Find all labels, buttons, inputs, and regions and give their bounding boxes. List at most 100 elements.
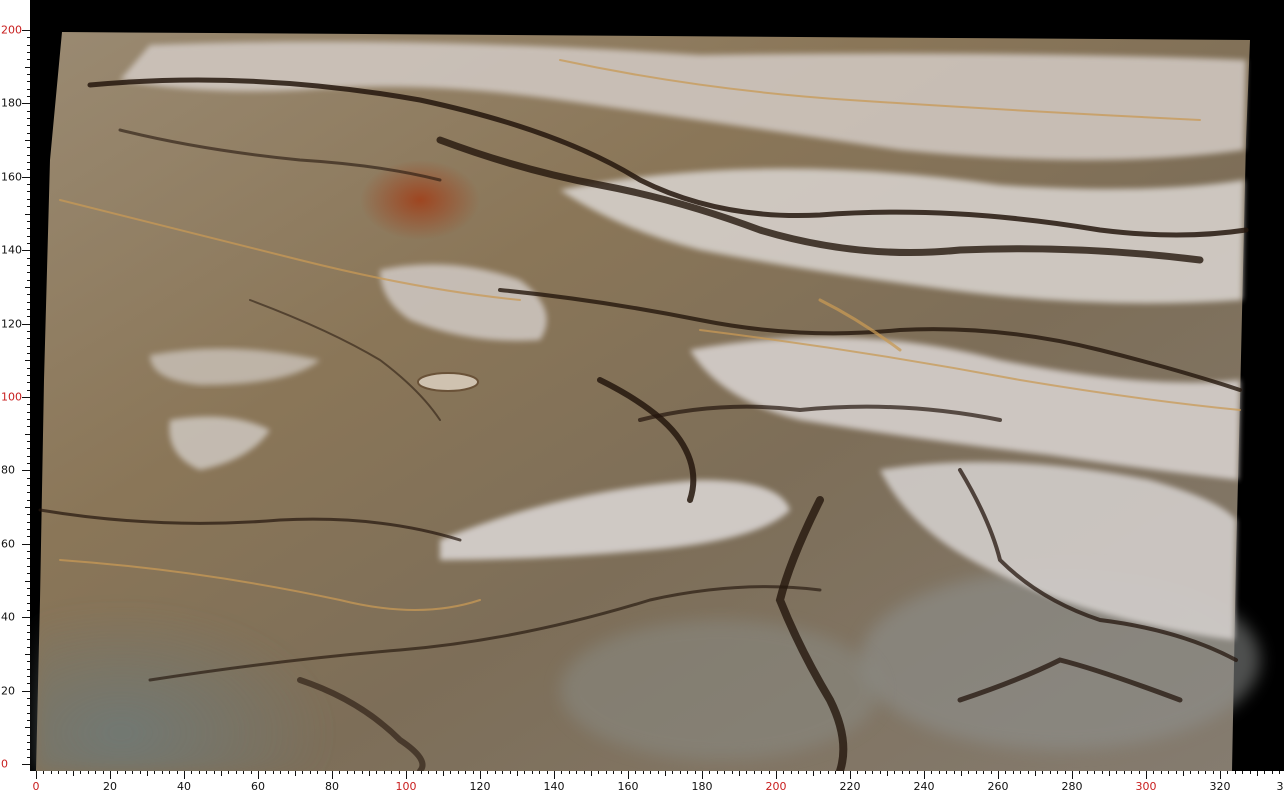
ruler-tick bbox=[806, 771, 807, 774]
ruler-tick bbox=[27, 735, 30, 736]
ruler-tick bbox=[732, 771, 733, 774]
ruler-bottom-label: 100 bbox=[395, 780, 417, 793]
ruler-tick bbox=[576, 771, 577, 774]
ruler-tick bbox=[1168, 771, 1169, 774]
ruler-tick bbox=[27, 390, 30, 391]
ruler-tick bbox=[25, 654, 30, 655]
ruler-tick bbox=[27, 206, 30, 207]
ruler-tick bbox=[946, 771, 947, 774]
ruler-bottom-label: 180 bbox=[691, 780, 713, 793]
ruler-tick bbox=[1028, 771, 1029, 774]
ruler-tick bbox=[27, 59, 30, 60]
ruler-tick bbox=[1235, 771, 1236, 774]
ruler-tick bbox=[27, 265, 30, 266]
ruler-tick bbox=[480, 771, 481, 779]
ruler-tick bbox=[628, 771, 629, 779]
ruler-tick bbox=[27, 441, 30, 442]
ruler-tick bbox=[828, 771, 829, 774]
ruler-bottom-label: 40 bbox=[177, 780, 191, 793]
ruler-tick bbox=[25, 434, 30, 435]
ruler-tick bbox=[598, 771, 599, 774]
ruler-tick bbox=[413, 771, 414, 774]
ruler-tick bbox=[1264, 771, 1265, 774]
ruler-tick bbox=[776, 771, 777, 779]
ruler-tick bbox=[554, 771, 555, 779]
ruler-tick bbox=[22, 617, 30, 618]
ruler-left-label: 180 bbox=[1, 96, 22, 110]
ruler-tick bbox=[998, 771, 999, 779]
ruler-tick bbox=[27, 199, 30, 200]
ruler-tick bbox=[902, 771, 903, 774]
ruler-tick bbox=[27, 676, 30, 677]
ruler-tick bbox=[1190, 771, 1191, 774]
ruler-tick bbox=[22, 691, 30, 692]
ruler-tick bbox=[27, 749, 30, 750]
ruler-bottom-label: 120 bbox=[469, 780, 491, 793]
ruler-tick bbox=[1213, 771, 1214, 774]
ruler-tick bbox=[739, 771, 740, 776]
stone-nodule bbox=[417, 372, 479, 392]
ruler-tick bbox=[27, 125, 30, 126]
ruler-tick bbox=[88, 771, 89, 774]
ruler-tick bbox=[1079, 771, 1080, 774]
ruler-tick bbox=[717, 771, 718, 774]
ruler-tick bbox=[27, 133, 30, 134]
ruler-tick bbox=[27, 118, 30, 119]
ruler-tick bbox=[27, 375, 30, 376]
ruler-tick bbox=[22, 544, 30, 545]
ruler-tick bbox=[27, 639, 30, 640]
ruler-tick bbox=[613, 771, 614, 774]
ruler-tick bbox=[27, 412, 30, 413]
ruler-tick bbox=[561, 771, 562, 774]
ruler-tick bbox=[25, 581, 30, 582]
ruler-tick bbox=[443, 771, 444, 776]
grey-zone-center bbox=[560, 620, 880, 760]
ruler-tick bbox=[791, 771, 792, 774]
ruler-tick bbox=[917, 771, 918, 774]
ruler-tick bbox=[280, 771, 281, 774]
ruler-tick bbox=[221, 771, 222, 776]
ruler-left-label: 40 bbox=[1, 610, 15, 624]
ruler-tick bbox=[27, 698, 30, 699]
ruler-tick bbox=[1102, 771, 1103, 774]
ruler-tick bbox=[1198, 771, 1199, 774]
ruler-tick bbox=[27, 713, 30, 714]
ruler-tick bbox=[880, 771, 881, 774]
ruler-left-label: 20 bbox=[1, 684, 15, 698]
ruler-tick bbox=[191, 771, 192, 774]
ruler-tick bbox=[27, 236, 30, 237]
ruler-tick bbox=[939, 771, 940, 774]
ruler-tick bbox=[132, 771, 133, 774]
ruler-tick bbox=[1050, 771, 1051, 774]
ruler-tick bbox=[27, 228, 30, 229]
ruler-tick bbox=[1042, 771, 1043, 774]
ruler-tick bbox=[502, 771, 503, 774]
ruler-tick bbox=[931, 771, 932, 774]
ruler-tick bbox=[517, 771, 518, 776]
ruler-tick bbox=[310, 771, 311, 774]
ruler-tick bbox=[887, 771, 888, 776]
ruler-tick bbox=[1139, 771, 1140, 774]
ruler-tick bbox=[27, 558, 30, 559]
ruler-tick bbox=[27, 632, 30, 633]
ruler-tick bbox=[199, 771, 200, 774]
ruler-tick bbox=[27, 45, 30, 46]
ruler-tick bbox=[27, 147, 30, 148]
ruler-bottom-label: 20 bbox=[103, 780, 117, 793]
ruler-tick bbox=[80, 771, 81, 774]
ruler-tick bbox=[680, 771, 681, 774]
ruler-tick bbox=[983, 771, 984, 774]
ruler-tick bbox=[184, 771, 185, 779]
ruler-tick bbox=[658, 771, 659, 774]
ruler-tick bbox=[27, 757, 30, 758]
ruler-tick bbox=[850, 771, 851, 779]
ruler-tick bbox=[384, 771, 385, 774]
ruler-tick bbox=[27, 169, 30, 170]
ruler-tick bbox=[258, 771, 259, 779]
ruler-tick bbox=[27, 309, 30, 310]
ruler-tick bbox=[27, 81, 30, 82]
ruler-tick bbox=[177, 771, 178, 774]
ruler-tick bbox=[125, 771, 126, 774]
ruler-tick bbox=[1116, 771, 1117, 774]
ruler-tick bbox=[1242, 771, 1243, 774]
